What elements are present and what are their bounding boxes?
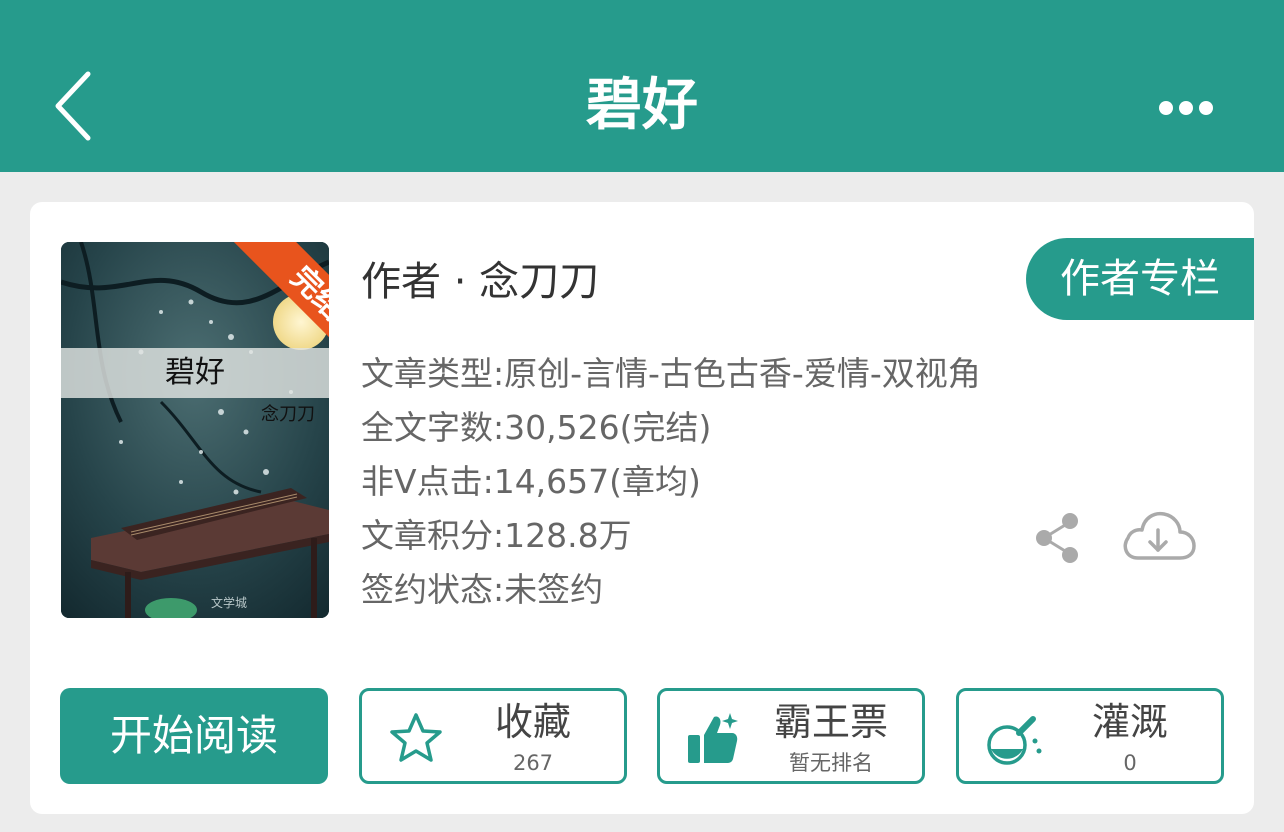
share-icon — [1036, 513, 1078, 563]
thumbs-up-icon — [688, 713, 738, 763]
vote-status: 暂无排名 — [789, 751, 873, 775]
download-button[interactable] — [1118, 502, 1198, 572]
flask-icon — [987, 716, 1042, 765]
share-button[interactable] — [1030, 510, 1086, 566]
star-icon — [390, 713, 442, 762]
author-column-button[interactable]: 作者专栏 — [1026, 238, 1254, 320]
cover-author: 念刀刀 — [261, 404, 315, 425]
water-label: 灌溉 — [1091, 700, 1168, 744]
collect-button[interactable]: 收藏 267 — [359, 688, 627, 784]
vote-button[interactable]: 霸王票 暂无排名 — [657, 688, 925, 784]
info-sign-status: 签约状态:未签约 — [361, 570, 604, 609]
cover-publisher-mark: 文学城 — [211, 596, 248, 610]
collect-label: 收藏 — [494, 700, 571, 744]
info-clicks: 非Ⅴ点击:14,657(章均) — [361, 462, 701, 501]
collect-count: 267 — [512, 751, 554, 775]
info-word-count: 全文字数:30,526(完结) — [361, 408, 712, 447]
completed-ribbon: 完结 — [199, 242, 329, 372]
start-reading-button[interactable]: 开始阅读 — [60, 688, 328, 784]
more-button[interactable] — [1150, 84, 1222, 132]
info-score: 文章积分:128.8万 — [361, 516, 632, 555]
completed-ribbon-label: 完结 — [230, 242, 329, 372]
author-line[interactable]: 作者 · 念刀刀 — [361, 254, 599, 310]
water-button[interactable]: 灌溉 0 — [956, 688, 1224, 784]
page-title: 碧好 — [586, 73, 698, 138]
vote-label: 霸王票 — [773, 700, 888, 744]
top-bar: 碧好 — [0, 0, 1284, 172]
book-info-card: 碧好 念刀刀 文学城 完结 作者 · 念刀刀 作者专栏 文章类型:原创-言情-古… — [30, 202, 1254, 814]
book-cover[interactable]: 碧好 念刀刀 文学城 完结 — [61, 242, 329, 618]
cloud-download-icon — [1123, 511, 1196, 560]
info-genre: 文章类型:原创-言情-古色古香-爱情-双视角 — [361, 354, 981, 393]
more-dots-icon — [1159, 101, 1213, 115]
water-count: 0 — [1123, 751, 1137, 775]
